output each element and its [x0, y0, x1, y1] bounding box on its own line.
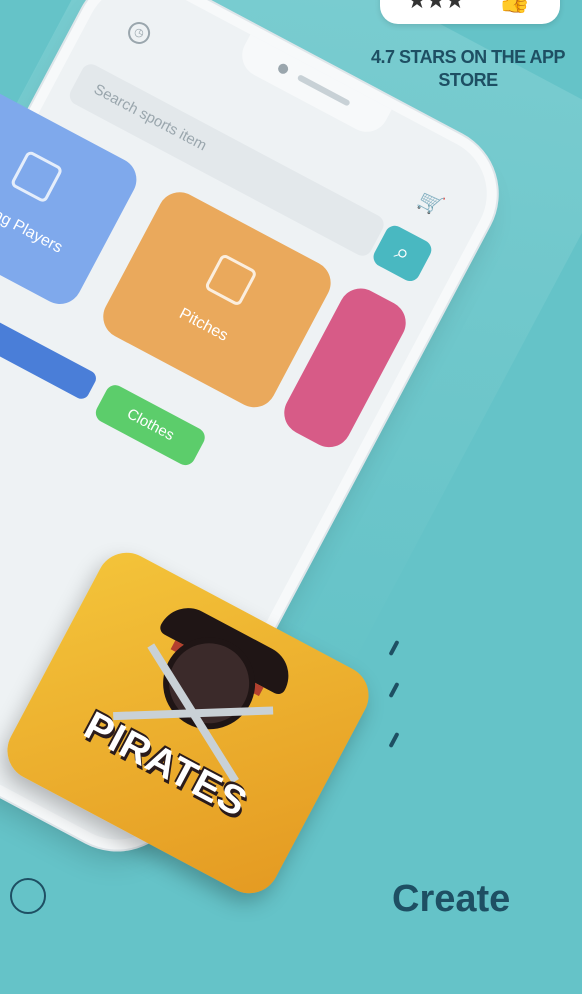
- clock-icon[interactable]: ◷: [124, 18, 154, 48]
- player-icon: [9, 149, 64, 204]
- decorative-marks: [388, 639, 402, 770]
- camera-icon: [276, 62, 290, 76]
- footer-title: Create: [392, 878, 511, 920]
- user-icon: [10, 878, 46, 914]
- search-placeholder: Search sports item: [90, 80, 210, 155]
- category-label: Pitches: [176, 305, 231, 345]
- cart-icon[interactable]: 🛒: [414, 186, 447, 219]
- category-chip-blue[interactable]: [0, 318, 99, 402]
- rating-text: 4.7 STARS ON THE APP STORE: [370, 47, 566, 90]
- category-label: Clothes: [124, 405, 177, 445]
- rating-pill: ★★★ 👍: [380, 0, 560, 24]
- pitch-icon: [203, 252, 258, 308]
- stars-label: ★★★: [408, 0, 465, 12]
- thumbs-up-icon: 👍: [498, 0, 530, 15]
- category-chip-clothes[interactable]: Clothes: [92, 381, 209, 469]
- search-icon: ⌕: [390, 237, 415, 269]
